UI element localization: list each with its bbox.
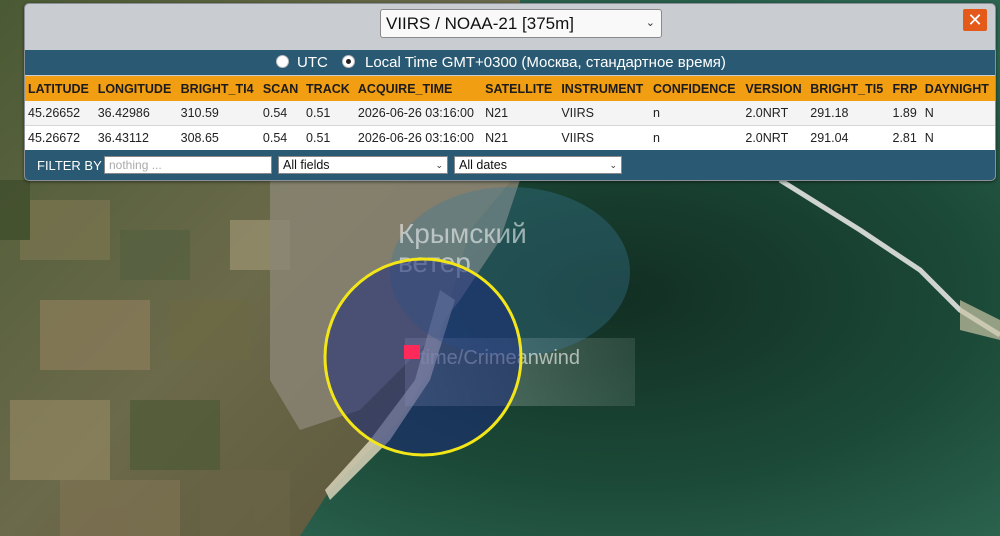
table-cell: 308.65 bbox=[177, 125, 260, 151]
date-filter-select[interactable]: All dates ⌄ bbox=[454, 156, 622, 174]
table-cell: 2.81 bbox=[889, 125, 922, 151]
table-cell: 36.42986 bbox=[94, 101, 178, 126]
table-cell: N bbox=[921, 101, 995, 126]
filter-bar: FILTER BY nothing ... All fields ⌄ All d… bbox=[25, 150, 995, 180]
field-filter-select[interactable]: All fields ⌄ bbox=[278, 156, 448, 174]
table-cell: 2026-06-26 03:16:00 bbox=[354, 101, 483, 126]
table-cell: 2026-06-26 03:16:00 bbox=[354, 125, 483, 151]
popup-header: VIIRS / NOAA-21 [375m] ⌄ ✕ bbox=[25, 4, 995, 49]
chevron-down-icon: ⌄ bbox=[609, 160, 617, 170]
column-header[interactable]: LATITUDE bbox=[25, 76, 95, 101]
table-cell: 45.26652 bbox=[25, 101, 95, 126]
table-header-row: LATITUDE LONGITUDE BRIGHT_TI4 SCAN TRACK… bbox=[25, 76, 995, 101]
table-cell: 0.51 bbox=[303, 125, 355, 151]
table-cell: 2.0NRT bbox=[742, 125, 808, 151]
table-cell: N21 bbox=[482, 125, 559, 151]
satellite-select[interactable]: VIIRS / NOAA-21 [375m] ⌄ bbox=[380, 9, 662, 38]
chevron-down-icon: ⌄ bbox=[645, 17, 655, 29]
table-row[interactable]: 45.26652 36.42986 310.59 0.54 0.51 2026-… bbox=[25, 101, 995, 126]
table-cell: 0.54 bbox=[259, 101, 304, 126]
filter-label: FILTER BY bbox=[37, 158, 102, 173]
table-cell: 1.89 bbox=[889, 101, 922, 126]
table-cell: VIIRS bbox=[558, 125, 650, 151]
close-button[interactable]: ✕ bbox=[963, 9, 987, 31]
column-header[interactable]: SATELLITE bbox=[482, 76, 559, 101]
table-cell: 2.0NRT bbox=[742, 101, 808, 126]
utc-radio[interactable] bbox=[276, 55, 289, 68]
column-header[interactable]: LONGITUDE bbox=[94, 76, 178, 101]
table-cell: 291.18 bbox=[807, 101, 890, 126]
fire-data-table: LATITUDE LONGITUDE BRIGHT_TI4 SCAN TRACK… bbox=[25, 76, 995, 151]
table-row[interactable]: 45.26672 36.43112 308.65 0.54 0.51 2026-… bbox=[25, 125, 995, 151]
table-cell: VIIRS bbox=[558, 101, 650, 126]
table-cell: n bbox=[649, 101, 743, 126]
column-header[interactable]: TRACK bbox=[303, 76, 355, 101]
table-cell: 0.54 bbox=[259, 125, 304, 151]
table-cell: 45.26672 bbox=[25, 125, 95, 151]
table-cell: N bbox=[921, 125, 995, 151]
column-header[interactable]: SCAN bbox=[259, 76, 304, 101]
chevron-down-icon: ⌄ bbox=[435, 160, 443, 170]
column-header[interactable]: DAYNIGHT bbox=[921, 76, 995, 101]
table-cell: 291.04 bbox=[807, 125, 890, 151]
utc-radio-label: UTC bbox=[297, 54, 328, 71]
column-header[interactable]: BRIGHT_TI5 bbox=[807, 76, 890, 101]
column-header[interactable]: INSTRUMENT bbox=[558, 76, 650, 101]
fire-marker[interactable] bbox=[404, 345, 420, 359]
table-cell: N21 bbox=[482, 101, 559, 126]
highlight-circle bbox=[323, 257, 523, 457]
table-cell: n bbox=[649, 125, 743, 151]
table-cell: 0.51 bbox=[303, 101, 355, 126]
filter-input[interactable]: nothing ... bbox=[104, 156, 272, 174]
field-filter-value: All fields bbox=[283, 158, 330, 172]
column-header[interactable]: FRP bbox=[889, 76, 922, 101]
satellite-select-value: VIIRS / NOAA-21 [375m] bbox=[386, 14, 575, 33]
fire-details-popup: VIIRS / NOAA-21 [375m] ⌄ ✕ UTC Local Tim… bbox=[24, 3, 996, 181]
table-cell: 310.59 bbox=[177, 101, 260, 126]
local-time-radio-label: Local Time GMT+0300 (Москва, стандартное… bbox=[365, 54, 726, 71]
table-cell: 36.43112 bbox=[94, 125, 178, 151]
timezone-bar: UTC Local Time GMT+0300 (Москва, стандар… bbox=[25, 50, 995, 75]
column-header[interactable]: BRIGHT_TI4 bbox=[177, 76, 260, 101]
column-header[interactable]: CONFIDENCE bbox=[649, 76, 743, 101]
date-filter-value: All dates bbox=[459, 158, 507, 172]
column-header[interactable]: ACQUIRE_TIME bbox=[354, 76, 483, 101]
watermark-line1: Крымский bbox=[398, 218, 527, 249]
local-time-radio[interactable] bbox=[342, 55, 355, 68]
column-header[interactable]: VERSION bbox=[742, 76, 808, 101]
